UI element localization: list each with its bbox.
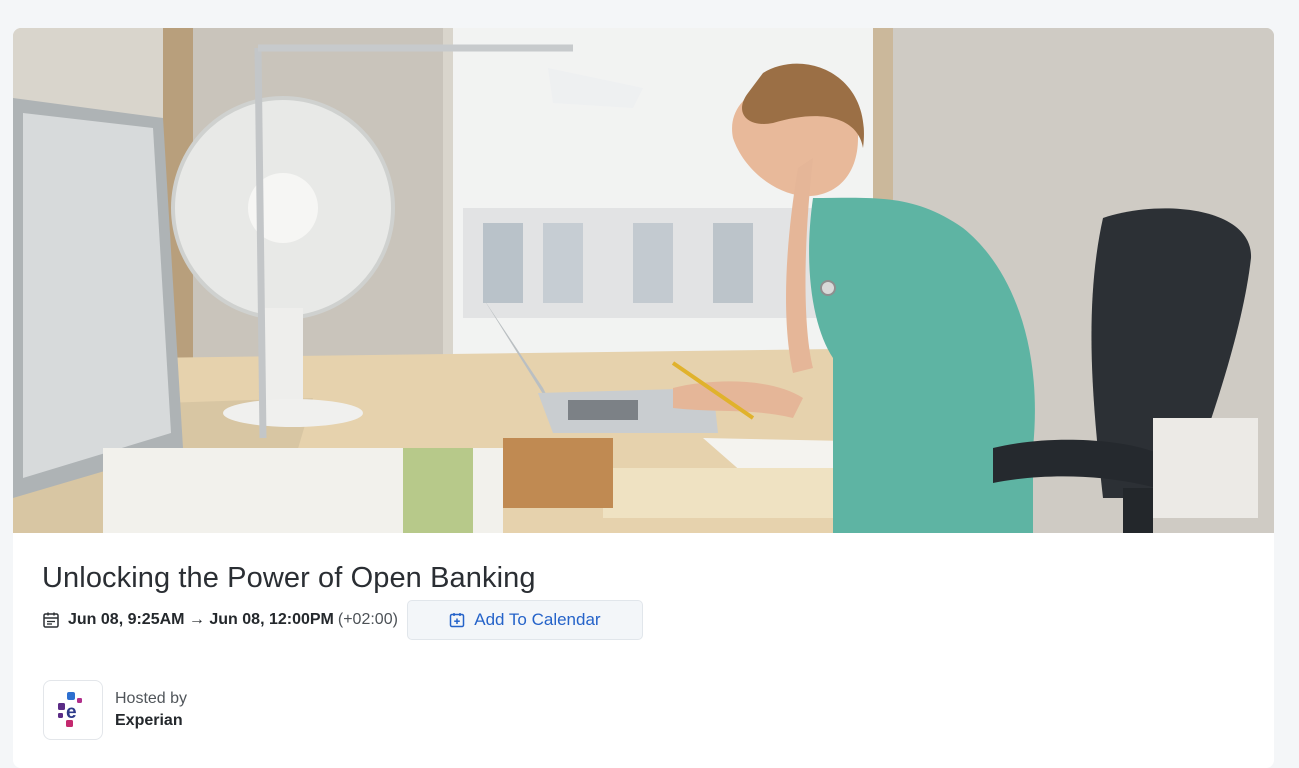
calendar-plus-icon [449, 612, 465, 628]
event-card: Unlocking the Power of Open Banking Jun … [13, 28, 1274, 768]
event-cover-image [13, 28, 1274, 533]
event-timezone: (+02:00) [337, 611, 398, 628]
svg-text:e: e [66, 702, 77, 723]
add-to-calendar-label: Add To Calendar [474, 610, 601, 629]
host-logo[interactable]: e [43, 680, 103, 740]
calendar-icon [42, 611, 60, 629]
host-section: e Hosted by Experian [43, 680, 187, 740]
event-date-row: Jun 08, 9:25AM → Jun 08, 12:00PM (+02:00… [42, 600, 643, 640]
add-to-calendar-button[interactable]: Add To Calendar [406, 600, 643, 640]
event-date-range: Jun 08, 9:25AM → Jun 08, 12:00PM [68, 611, 334, 628]
event-title: Unlocking the Power of Open Banking [42, 562, 536, 594]
hosted-by-label: Hosted by [115, 690, 188, 707]
host-name[interactable]: Experian [115, 712, 187, 730]
experian-logo: e [58, 692, 82, 727]
